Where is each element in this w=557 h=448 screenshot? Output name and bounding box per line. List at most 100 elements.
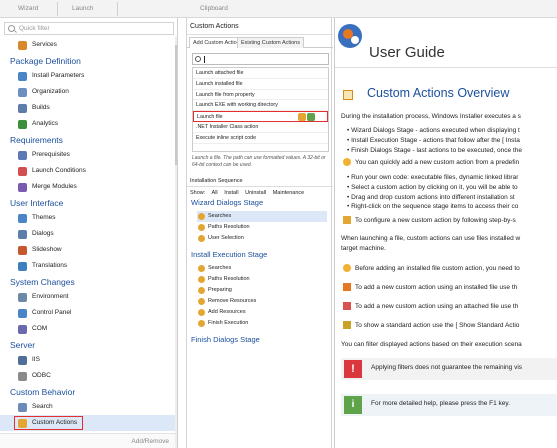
sidebar-item-label: COM <box>32 325 48 332</box>
wizard-icon <box>343 216 351 224</box>
sidebar-item-label: Builds <box>32 104 50 111</box>
note-text: To show a standard action use the [ Show… <box>355 322 520 329</box>
add-remove-link[interactable]: Add/Remove <box>0 433 175 448</box>
sidebar-item-install-parameters[interactable]: Install Parameters <box>0 68 175 84</box>
sidebar-item-merge-modules[interactable]: Merge Modules <box>0 179 175 195</box>
sidebar-item-slideshow[interactable]: Slideshow <box>0 242 175 258</box>
search-icon <box>18 403 27 412</box>
list-item: Finish Dialogs Stage - last actions to b… <box>347 146 522 156</box>
sidebar-item-builds[interactable]: Builds <box>0 100 175 116</box>
sidebar-item-prerequisites[interactable]: Prerequisites <box>0 147 175 163</box>
sidebar-item-search[interactable]: Search <box>0 399 175 415</box>
sidebar-item-analytics[interactable]: Analytics <box>0 116 175 132</box>
attached-file-icon <box>343 302 351 310</box>
tip-icon <box>343 158 351 166</box>
show-label: Show: <box>190 190 206 196</box>
sidebar-item-custom-actions[interactable]: Custom Actions <box>0 415 175 431</box>
sidebar-item-com[interactable]: COM <box>0 321 175 337</box>
add-action-icon[interactable] <box>307 113 315 122</box>
standard-action-icon <box>198 309 205 316</box>
sidebar-item-label: Install Parameters <box>32 72 85 79</box>
help-title: User Guide <box>369 44 445 61</box>
info-text: For more detailed help, please press the… <box>371 400 510 407</box>
organization-icon <box>18 88 27 97</box>
action-label: .NET Installer Class action <box>196 123 259 130</box>
sequence-item[interactable]: Remove Resources <box>197 296 327 307</box>
list-item[interactable]: Launch EXE with working directory <box>193 100 328 112</box>
info-box: i For more detailed help, please press t… <box>341 394 557 416</box>
sidebar-item-dialogs[interactable]: Dialogs <box>0 226 175 242</box>
divider <box>187 186 333 187</box>
sidebar-item-label: ODBC <box>32 372 51 379</box>
action-label: Launch file <box>197 114 223 121</box>
sidebar-item-organization[interactable]: Organization <box>0 84 175 100</box>
list-item[interactable]: Execute inline script code <box>193 133 328 144</box>
filter-maintenance[interactable]: Maintenance <box>273 190 305 196</box>
list-item[interactable]: Launch file from property <box>193 90 328 101</box>
list-item: Drag and drop custom actions into differ… <box>347 193 518 203</box>
sidebar-item-services[interactable]: Services <box>0 37 175 53</box>
environment-icon <box>18 293 27 302</box>
nav-group-title: Custom Behavior <box>10 387 76 397</box>
sequence-item-label: Paths Resolution <box>208 276 250 282</box>
ribbon-strip: Wizard Launch Clipboard <box>0 0 557 18</box>
sequence-item-label: Paths Resolution <box>208 224 250 230</box>
filter-all[interactable]: All <box>212 190 218 196</box>
tip-icon <box>343 264 351 272</box>
list-item[interactable]: Launch file <box>193 111 328 122</box>
filter-uninstall[interactable]: Uninstall <box>245 190 266 196</box>
action-search-input[interactable] <box>192 53 329 65</box>
sidebar-item-control-panel[interactable]: Control Panel <box>0 305 175 321</box>
sequence-stage[interactable]: Install Execution Stage <box>191 250 267 259</box>
sequence-item[interactable]: Paths Resolution <box>197 274 327 285</box>
themes-icon <box>18 214 27 223</box>
ribbon-group-wizard: Wizard <box>18 5 39 12</box>
sidebar-item-label: Slideshow <box>32 246 62 253</box>
sidebar-item-environment[interactable]: Environment <box>0 289 175 305</box>
predefined-actions-list: Launch attached file Launch installed fil… <box>192 67 329 152</box>
sequence-stage[interactable]: Finish Dialogs Stage <box>191 335 260 344</box>
sidebar-item-translations[interactable]: Translations <box>0 258 175 274</box>
note-installed-file: To add a new custom action using an inst… <box>341 282 557 293</box>
sidebar-item-themes[interactable]: Themes <box>0 210 175 226</box>
prerequisites-icon <box>18 151 27 160</box>
text-caret <box>204 56 205 63</box>
sidebar-item-label: Prerequisites <box>32 151 70 158</box>
lightbulb-icon: i <box>344 396 362 414</box>
tab-add-custom-action[interactable]: Add Custom Action <box>189 37 244 48</box>
sequence-item[interactable]: Searches <box>197 211 327 222</box>
help-header: User Guide <box>335 18 557 68</box>
help-panel: User Guide Custom Actions Overview Durin… <box>334 18 557 448</box>
sequence-item[interactable]: Paths Resolution <box>197 222 327 233</box>
sidebar-item-launch-conditions[interactable]: Launch Conditions <box>0 163 175 179</box>
quick-filter-placeholder: Quick filter <box>19 25 50 32</box>
sidebar-item-odbc[interactable]: ODBC <box>0 368 175 384</box>
tip-text: You can quickly add a new custom action … <box>355 159 520 166</box>
filter-paragraph: You can filter displayed actions based o… <box>341 341 522 348</box>
sequence-item[interactable]: Add Resources <box>197 307 327 318</box>
list-item[interactable]: .NET Installer Class action <box>193 122 328 133</box>
launch-conditions-icon <box>18 167 27 176</box>
sequence-item[interactable]: Preparing <box>197 285 327 296</box>
note-text: To add a new custom action using an inst… <box>355 284 518 291</box>
show-filter-bar: Show: All Install Uninstall Maintenance <box>190 190 309 196</box>
sidebar-item-label: IIS <box>32 356 40 363</box>
action-label: Launch installed file <box>196 80 243 87</box>
standard-action-icon <box>198 235 205 242</box>
logo-icon <box>338 24 362 48</box>
sequence-stage[interactable]: Wizard Dialogs Stage <box>191 198 263 207</box>
sequence-item[interactable]: User Selection <box>197 233 327 244</box>
list-item[interactable]: Launch installed file <box>193 79 328 90</box>
add-sequence-icon[interactable] <box>298 113 306 122</box>
sidebar-item-iis[interactable]: IIS <box>0 352 175 368</box>
left-scrollbar[interactable] <box>175 37 177 448</box>
tab-existing-custom-actions[interactable]: Existing Custom Actions <box>237 37 304 48</box>
overview-title: Custom Actions Overview <box>367 86 510 100</box>
iis-icon <box>18 356 27 365</box>
list-item[interactable]: Launch attached file <box>193 68 328 79</box>
filter-install[interactable]: Install <box>224 190 238 196</box>
ribbon-group-clipboard: Clipboard <box>200 5 228 12</box>
quick-filter-input[interactable]: Quick filter <box>4 22 174 35</box>
sequence-item[interactable]: Finish Execution <box>197 318 327 329</box>
sequence-item[interactable]: Searches <box>197 263 327 274</box>
